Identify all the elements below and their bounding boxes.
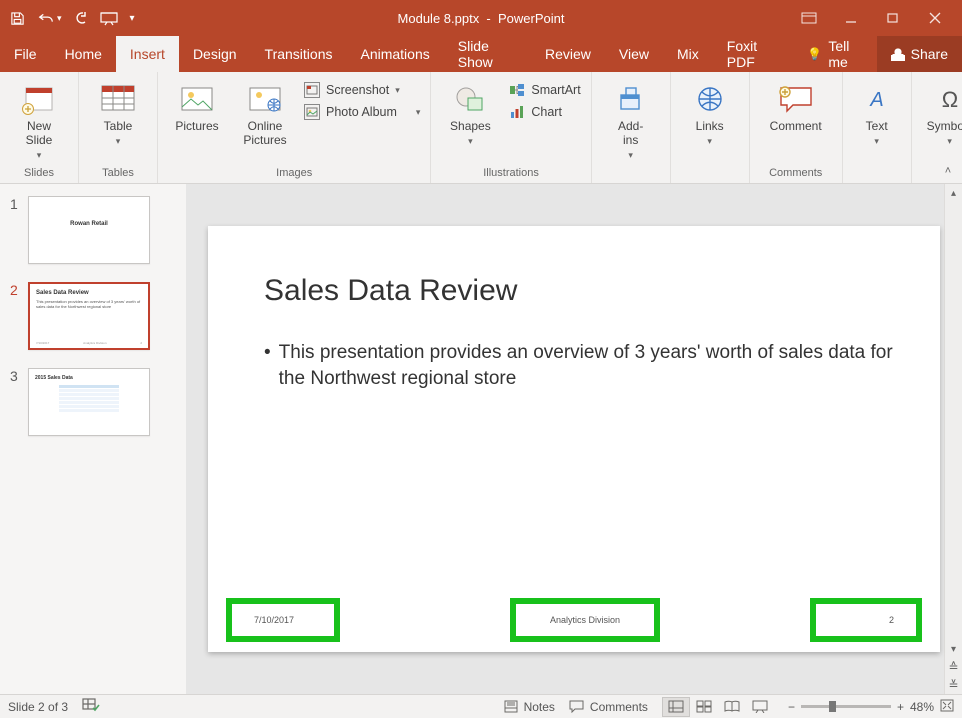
svg-text:Ω: Ω <box>941 87 957 112</box>
group-links: Links▾ <box>671 72 750 183</box>
online-pictures-button[interactable]: Online Pictures <box>236 78 294 148</box>
tab-animations[interactable]: Animations <box>346 36 443 72</box>
comment-button[interactable]: Comment <box>760 78 832 134</box>
tab-mix[interactable]: Mix <box>663 36 713 72</box>
smartart-button[interactable]: SmartArt <box>509 82 580 98</box>
slide-canvas[interactable]: Sales Data Review This presentation prov… <box>208 226 940 652</box>
group-addins: Add- ins▾ <box>592 72 671 183</box>
addins-button[interactable]: Add- ins▾ <box>602 78 660 161</box>
slide-thumbnails: 1 Rowan Retail 2 Sales Data Review This … <box>0 184 186 694</box>
zoom-slider[interactable] <box>801 705 891 708</box>
slide-sorter-view[interactable] <box>690 697 718 717</box>
group-slides: New Slide ▾ Slides <box>0 72 79 183</box>
ribbon-tabs: File Home Insert Design Transitions Anim… <box>0 36 962 72</box>
tab-home[interactable]: Home <box>51 36 116 72</box>
group-illustrations: Shapes▾ SmartArt Chart Illustrations <box>431 72 591 183</box>
chart-button[interactable]: Chart <box>509 104 580 120</box>
close-button[interactable] <box>926 9 944 27</box>
group-label: Images <box>168 165 420 183</box>
undo-button[interactable]: ▾ <box>37 11 62 25</box>
thumbnail-1[interactable]: 1 Rowan Retail <box>10 196 176 264</box>
group-label: Tables <box>89 165 147 183</box>
redo-button[interactable] <box>74 11 88 25</box>
qat-customize[interactable]: ▾ <box>130 13 135 24</box>
slideshow-view[interactable] <box>746 697 774 717</box>
thumbnail-2[interactable]: 2 Sales Data Review This presentation pr… <box>10 282 176 350</box>
tab-transitions[interactable]: Transitions <box>251 36 347 72</box>
pictures-button[interactable]: Pictures <box>168 78 226 134</box>
zoom-out[interactable]: − <box>788 700 795 714</box>
group-comments: Comment Comments <box>750 72 843 183</box>
ribbon-display-options[interactable] <box>800 9 818 27</box>
tab-insert[interactable]: Insert <box>116 36 179 72</box>
slide-editor[interactable]: Sales Data Review This presentation prov… <box>186 184 944 694</box>
text-button[interactable]: A Text▾ <box>853 78 901 147</box>
group-label: Comments <box>760 165 832 183</box>
save-button[interactable] <box>10 11 25 26</box>
spellcheck-icon[interactable] <box>82 698 100 715</box>
group-label: Slides <box>10 165 68 183</box>
window-title: Module 8.pptx - PowerPoint <box>398 11 565 26</box>
group-text: A Text▾ <box>843 72 912 183</box>
group-label <box>602 165 660 183</box>
table-button[interactable]: Table▾ <box>89 78 147 147</box>
tell-me[interactable]: Tell me <box>793 36 876 72</box>
tab-review[interactable]: Review <box>531 36 605 72</box>
group-tables: Table▾ Tables <box>79 72 158 183</box>
scroll-up[interactable]: ▴ <box>945 184 962 202</box>
vertical-scrollbar[interactable]: ▴ ▾ ≙ ≚ <box>944 184 962 694</box>
normal-view[interactable] <box>662 697 690 717</box>
group-label: Illustrations <box>441 165 580 183</box>
thumbnail-3[interactable]: 3 2015 Sales Data <box>10 368 176 436</box>
tab-foxit[interactable]: Foxit PDF <box>713 36 794 72</box>
slide-body[interactable]: This presentation provides an overview o… <box>264 340 894 391</box>
shapes-button[interactable]: Shapes▾ <box>441 78 499 147</box>
status-bar: Slide 2 of 3 Notes Comments − + 48% <box>0 694 962 718</box>
new-slide-button[interactable]: New Slide ▾ <box>10 78 68 161</box>
ribbon: New Slide ▾ Slides Table▾ Tables <box>0 72 962 184</box>
group-label <box>853 165 901 183</box>
footer-date-highlight: 7/10/2017 <box>226 598 340 642</box>
tab-view[interactable]: View <box>605 36 663 72</box>
symbols-button[interactable]: Ω Symbols▾ <box>922 78 962 147</box>
screenshot-button[interactable]: Screenshot ▾ <box>304 82 420 98</box>
tab-design[interactable]: Design <box>179 36 251 72</box>
slideshow-from-beginning-button[interactable] <box>100 11 118 26</box>
share-button[interactable]: Share <box>877 36 962 72</box>
zoom-level[interactable]: 48% <box>910 700 934 714</box>
group-images: Pictures Online Pictures Screenshot ▾ Ph… <box>158 72 431 183</box>
fit-to-window[interactable] <box>940 699 954 715</box>
notes-button[interactable]: Notes <box>504 700 555 714</box>
footer-text-highlight: Analytics Division <box>510 598 660 642</box>
scroll-down[interactable]: ▾ <box>945 640 962 658</box>
tab-file[interactable]: File <box>0 36 51 72</box>
person-icon <box>891 47 905 61</box>
reading-view[interactable] <box>718 697 746 717</box>
links-button[interactable]: Links▾ <box>681 78 739 147</box>
next-slide[interactable]: ≚ <box>945 676 962 694</box>
slide-indicator[interactable]: Slide 2 of 3 <box>8 700 68 714</box>
svg-text:A: A <box>869 89 883 111</box>
group-label <box>681 165 739 183</box>
prev-slide[interactable]: ≙ <box>945 658 962 676</box>
footer-slide-number-highlight: 2 <box>810 598 922 642</box>
comments-button[interactable]: Comments <box>569 700 648 714</box>
tab-slideshow[interactable]: Slide Show <box>444 36 531 72</box>
slide-title[interactable]: Sales Data Review <box>264 274 517 308</box>
maximize-button[interactable] <box>884 9 902 27</box>
collapse-ribbon[interactable]: ˄ <box>940 163 956 179</box>
zoom-in[interactable]: + <box>897 700 904 714</box>
minimize-button[interactable] <box>842 9 860 27</box>
photo-album-button[interactable]: Photo Album ▾ <box>304 104 420 120</box>
